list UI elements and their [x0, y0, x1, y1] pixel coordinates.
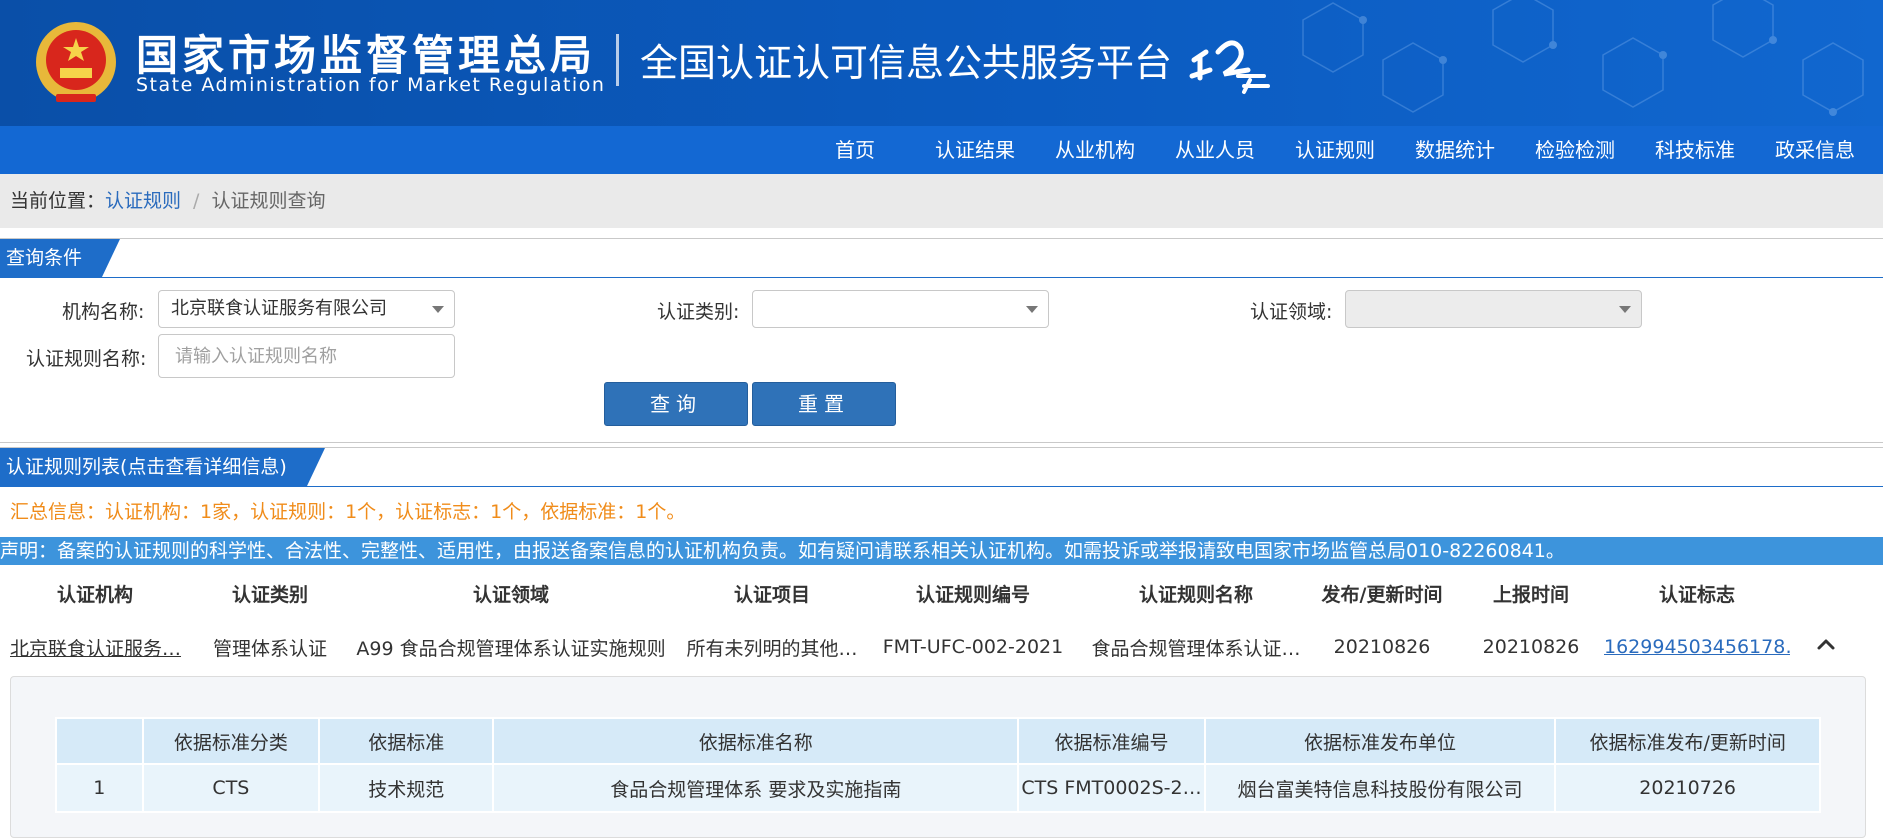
list-section-header: 认证规则列表(点击查看详细信息)	[0, 447, 1883, 487]
cert-domain-label: 认证领域:	[1250, 301, 1333, 323]
chevron-down-icon	[1619, 306, 1631, 313]
breadcrumb: 当前位置：认证规则 / 认证规则查询	[0, 174, 1883, 228]
org-name-select[interactable]: 北京联食认证服务有限公司	[158, 290, 455, 328]
rule-name-input[interactable]	[158, 334, 455, 378]
renzheng-cloud-logo-icon	[1189, 40, 1270, 94]
cert-category-select[interactable]	[752, 290, 1049, 328]
reset-button[interactable]: 重置	[752, 382, 896, 426]
std-cell-time: 20210726	[1554, 763, 1821, 813]
nav-item-inspection[interactable]: 检验检测	[1515, 126, 1635, 174]
chevron-up-icon[interactable]	[1815, 633, 1837, 655]
std-cell-issuer: 烟台富美特信息科技股份有限公司	[1203, 763, 1557, 813]
table-row: 1 CTS 技术规范 食品合规管理体系 要求及实施指南 CTS FMT0002S…	[55, 763, 1821, 813]
std-col-name: 依据标准名称	[492, 717, 1020, 765]
org-name-label: 机构名称:	[62, 301, 145, 323]
cell-rule-name: 食品合规管理体系认证…	[1091, 637, 1301, 660]
hexagon-pattern-decoration	[1302, 0, 1864, 116]
cell-org[interactable]: 北京联食认证服务…	[10, 621, 186, 673]
std-col-code: 依据标准编号	[1017, 717, 1206, 765]
cert-category-label: 认证类别:	[657, 301, 740, 323]
std-cell-name: 食品合规管理体系 要求及实施指南	[492, 763, 1020, 813]
breadcrumb-link-cert-rules[interactable]: 认证规则	[105, 190, 181, 212]
rule-name-label: 认证规则名称:	[26, 348, 147, 370]
std-col-issuer: 依据标准发布单位	[1203, 717, 1557, 765]
national-emblem-icon	[36, 22, 116, 102]
std-col-category: 依据标准分类	[141, 717, 321, 765]
col-header-mark: 认证标志	[1658, 583, 1735, 606]
cell-publish-time: 20210826	[1333, 636, 1431, 658]
summary-info: 汇总信息：认证机构：1家，认证规则：1个，认证标志：1个，依据标准：1个。	[10, 501, 686, 523]
platform-title: 全国认证认可信息公共服务平台	[640, 41, 1173, 85]
col-header-category: 认证类别	[231, 583, 308, 606]
search-button[interactable]: 查询	[604, 382, 748, 426]
std-cell-code: CTS FMT0002S-2…	[1017, 763, 1206, 813]
org-name-value: 北京联食认证服务有限公司	[171, 298, 387, 319]
standards-table-header: 依据标准分类 依据标准 依据标准名称 依据标准编号 依据标准发布单位 依据标准发…	[55, 717, 1821, 765]
nav-item-home[interactable]: 首页	[815, 126, 915, 174]
cell-cert-mark-link[interactable]: 162994503456178…	[1604, 621, 1790, 673]
std-cell-index: 1	[55, 763, 144, 813]
result-table-header: 认证机构 认证类别 认证领域 认证项目 认证规则编号 认证规则名称 发布/更新时…	[0, 565, 1883, 621]
chevron-down-icon	[1026, 306, 1038, 313]
cell-report-time: 20210826	[1482, 636, 1580, 658]
main-nav: 首页 认证结果 从业机构 从业人员 认证规则 数据统计 检验检测 科技标准 政采…	[0, 126, 1883, 174]
breadcrumb-separator: /	[193, 190, 200, 212]
col-header-report-time: 上报时间	[1492, 583, 1569, 606]
nav-item-cert-rules[interactable]: 认证规则	[1275, 126, 1395, 174]
nav-item-institutions[interactable]: 从业机构	[1035, 126, 1155, 174]
breadcrumb-prefix: 当前位置：	[10, 190, 106, 212]
std-cell-standard: 技术规范	[318, 763, 495, 813]
nav-item-statistics[interactable]: 数据统计	[1395, 126, 1515, 174]
std-col-standard: 依据标准	[318, 717, 495, 765]
col-header-rule-no: 认证规则编号	[915, 583, 1030, 606]
query-form: 机构名称: 北京联食认证服务有限公司 认证类别: 认证领域: 认证规则名称: 查…	[0, 278, 1883, 443]
col-header-publish-time: 发布/更新时间	[1321, 583, 1443, 606]
std-col-index	[55, 717, 144, 765]
standards-detail-panel: 依据标准分类 依据标准 依据标准名称 依据标准编号 依据标准发布单位 依据标准发…	[10, 676, 1866, 838]
nav-item-cert-results[interactable]: 认证结果	[915, 126, 1035, 174]
cell-project: 所有未列明的其他…	[686, 637, 858, 660]
query-section-header: 查询条件	[0, 238, 1883, 278]
header-divider	[616, 34, 619, 86]
list-section-title: 认证规则列表(点击查看详细信息)	[0, 448, 325, 486]
brand-title-en: State Administration for Market Regulati…	[136, 74, 606, 96]
cell-rule-no: FMT-UFC-002-2021	[882, 636, 1064, 658]
disclaimer-notice: 声明：备案的认证规则的科学性、合法性、完整性、适用性，由报送备案信息的认证机构负…	[0, 537, 1883, 565]
col-header-org: 认证机构	[56, 583, 133, 606]
cell-category: 管理体系认证	[212, 637, 327, 660]
cert-domain-select[interactable]	[1345, 290, 1642, 328]
col-header-domain: 认证领域	[472, 583, 549, 606]
nav-item-procurement[interactable]: 政采信息	[1755, 126, 1875, 174]
query-section-title: 查询条件	[0, 239, 121, 277]
col-header-rule-name: 认证规则名称	[1138, 583, 1253, 606]
cell-domain: A99 食品合规管理体系认证实施规则	[356, 637, 666, 660]
nav-item-personnel[interactable]: 从业人员	[1155, 126, 1275, 174]
table-row[interactable]: 北京联食认证服务… 管理体系认证 A99 食品合规管理体系认证实施规则 所有未列…	[0, 621, 1883, 673]
breadcrumb-current: 认证规则查询	[211, 190, 326, 212]
standards-table: 依据标准分类 依据标准 依据标准名称 依据标准编号 依据标准发布单位 依据标准发…	[55, 717, 1821, 813]
nav-item-tech-standards[interactable]: 科技标准	[1635, 126, 1755, 174]
chevron-down-icon	[432, 306, 444, 313]
col-header-project: 认证项目	[733, 583, 810, 606]
std-cell-category: CTS	[141, 763, 321, 813]
header-banner: 国家市场监督管理总局 State Administration for Mark…	[0, 0, 1883, 126]
std-col-time: 依据标准发布/更新时间	[1554, 717, 1821, 765]
